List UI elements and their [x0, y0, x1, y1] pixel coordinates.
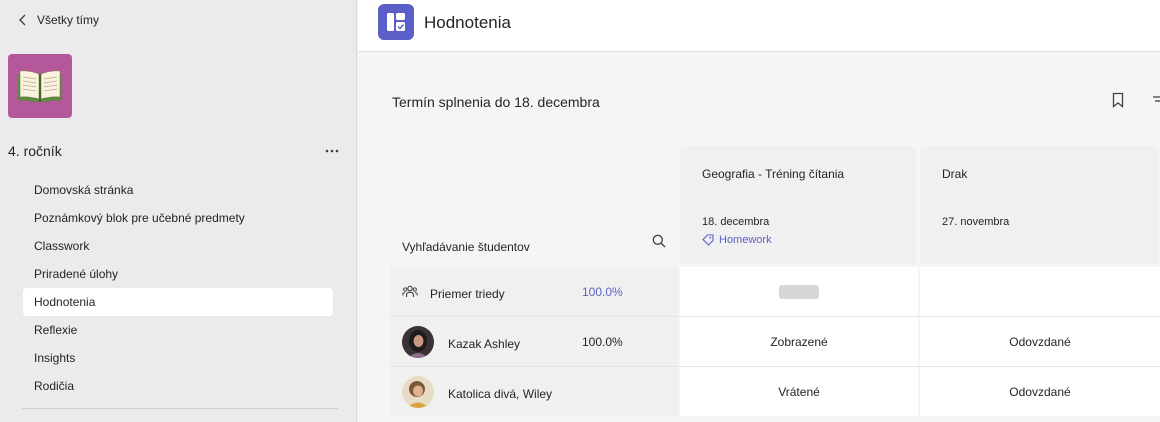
assignment-due-date: 27. novembra [942, 216, 1010, 228]
student-avatar [402, 376, 434, 408]
team-nav: Domovská stránka Poznámkový blok pre uče… [23, 176, 333, 400]
team-avatar[interactable] [8, 54, 72, 118]
sidebar-item-parents[interactable]: Rodičia [23, 372, 333, 400]
sidebar-item-grades[interactable]: Hodnotenia [23, 288, 333, 316]
assignment-due-date: 18. decembra [702, 216, 770, 228]
student-name: Katolica divá, Wiley [448, 387, 553, 401]
page-title: Hodnotenia [424, 13, 511, 32]
open-book-icon [18, 70, 62, 102]
student-average: 100.0% [582, 335, 623, 349]
tag-icon [702, 234, 714, 246]
app-header: Hodnotenia [358, 0, 1160, 52]
grade-cell[interactable]: Odovzdané [920, 317, 1160, 366]
class-average-grade-cell [680, 267, 918, 316]
assignment-tag[interactable]: Homework [702, 234, 772, 246]
class-average-label: Priemer triedy [430, 287, 505, 301]
assignment-title: Geografia - Tréning čítania [702, 167, 845, 181]
student-name: Kazak Ashley [448, 337, 521, 351]
grade-cell[interactable]: Zobrazené [680, 317, 918, 366]
back-to-all-teams-link[interactable]: Všetky tímy [14, 11, 99, 29]
student-search-label: Vyhľadávanie študentov [402, 240, 530, 254]
class-average-grade-cell [920, 267, 1160, 316]
loading-placeholder [779, 284, 819, 299]
sidebar-item-insights[interactable]: Insights [23, 344, 333, 372]
student-row: Kazak Ashley 100.0% Zobrazené Odovzdané [390, 317, 1160, 367]
sidebar-item-reflect[interactable]: Reflexie [23, 316, 333, 344]
due-date-heading: Termín splnenia do 18. decembra [392, 94, 600, 110]
sidebar-item-home[interactable]: Domovská stránka [23, 176, 333, 204]
sidebar-item-assignments[interactable]: Priradené úlohy [23, 260, 333, 288]
bookmark-icon[interactable] [1108, 90, 1128, 110]
class-average-value: 100.0% [582, 285, 623, 299]
chevron-left-icon [14, 11, 32, 29]
assignment-column-header[interactable]: Geografia - Tréning čítania 18. decembra… [680, 146, 916, 264]
student-search-header: Vyhľadávanie študentov [390, 146, 678, 264]
assignment-title: Drak [942, 167, 968, 181]
people-icon [402, 285, 418, 297]
class-average-row: Priemer triedy 100.0% [390, 267, 1160, 317]
more-options-icon[interactable] [322, 141, 342, 161]
class-average-name-cell: Priemer triedy 100.0% [390, 267, 678, 316]
student-avatar [402, 326, 434, 358]
back-link-label: Všetky tímy [37, 13, 100, 27]
sidebar-divider [22, 408, 338, 409]
student-row: Katolica divá, Wiley Vrátené Odovzdané [390, 367, 1160, 417]
team-sidebar: Všetky tímy 4. ročník Domovská stránka P… [0, 0, 357, 422]
sidebar-item-classwork[interactable]: Classwork [23, 232, 333, 260]
assignment-column-header[interactable]: Drak 27. novembra [920, 146, 1158, 264]
grades-app-icon [378, 4, 414, 40]
grades-main: Hodnotenia Termín splnenia do 18. decemb… [358, 0, 1160, 422]
search-icon[interactable] [650, 232, 668, 250]
student-name-cell[interactable]: Kazak Ashley 100.0% [390, 317, 678, 366]
grade-cell[interactable]: Odovzdané [920, 367, 1160, 416]
tag-label: Homework [719, 234, 772, 246]
student-name-cell[interactable]: Katolica divá, Wiley [390, 367, 678, 416]
filter-icon[interactable] [1148, 90, 1160, 110]
grade-cell[interactable]: Vrátené [680, 367, 918, 416]
sidebar-item-class-notebook[interactable]: Poznámkový blok pre učebné predmety [23, 204, 333, 232]
team-name: 4. ročník [8, 143, 62, 159]
